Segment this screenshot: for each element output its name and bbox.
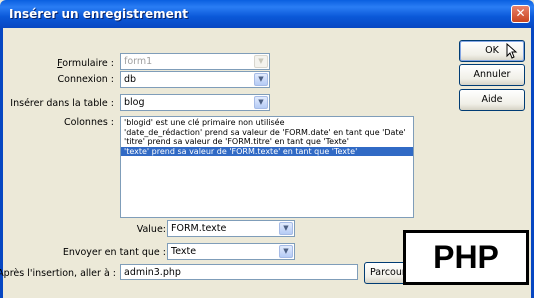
list-item[interactable]: 'date_de_rédaction' prend sa valeur de '… <box>121 128 413 138</box>
window-title: Insérer un enregistrement <box>9 7 189 21</box>
close-button[interactable]: ✕ <box>511 5 530 23</box>
formulaire-label: Formulaire : <box>57 58 114 69</box>
cursor-icon <box>506 43 518 59</box>
connexion-value: db <box>124 74 137 85</box>
value-select[interactable]: FORM.texte ▼ <box>167 220 295 237</box>
connexion-label: Connexion : <box>57 74 114 85</box>
annuler-button[interactable]: Annuler <box>459 64 525 86</box>
value-label: Value: <box>136 224 166 235</box>
colonnes-label: Colonnes : <box>64 117 114 128</box>
table-select[interactable]: blog ▼ <box>120 94 270 111</box>
chevron-down-icon: ▼ <box>254 55 268 68</box>
table-value: blog <box>124 97 145 108</box>
php-overlay-label: PHP <box>403 230 529 285</box>
colonnes-listbox[interactable]: 'blogid' est une clé primaire non utilis… <box>120 116 414 218</box>
list-item[interactable]: 'titre' prend sa valeur de 'FORM.titre' … <box>121 137 413 147</box>
title-bar: Insérer un enregistrement ✕ <box>0 0 534 28</box>
close-icon: ✕ <box>515 6 526 20</box>
chevron-down-icon: ▼ <box>279 222 293 235</box>
envoyer-value: Texte <box>171 246 197 257</box>
chevron-down-icon: ▼ <box>254 96 268 109</box>
list-item[interactable]: 'blogid' est une clé primaire non utilis… <box>121 118 413 128</box>
formulaire-select[interactable]: form1 ▼ <box>120 53 270 70</box>
chevron-down-icon: ▼ <box>254 73 268 86</box>
apres-value: admin3.php <box>124 267 181 278</box>
formulaire-value: form1 <box>124 56 153 67</box>
aide-button[interactable]: Aide <box>459 89 525 111</box>
list-item-selected[interactable]: 'texte' prend sa valeur de 'FORM.texte' … <box>121 146 413 156</box>
apres-input[interactable]: admin3.php <box>120 264 358 280</box>
envoyer-select[interactable]: Texte ▼ <box>167 243 295 260</box>
chevron-down-icon: ▼ <box>279 245 293 258</box>
value-value: FORM.texte <box>171 223 227 234</box>
apres-label: Après l'insertion, aller à : <box>0 268 116 279</box>
envoyer-label: Envoyer en tant que : <box>62 247 166 258</box>
connexion-select[interactable]: db ▼ <box>120 71 270 88</box>
table-label: Insérer dans la table : <box>10 98 114 109</box>
